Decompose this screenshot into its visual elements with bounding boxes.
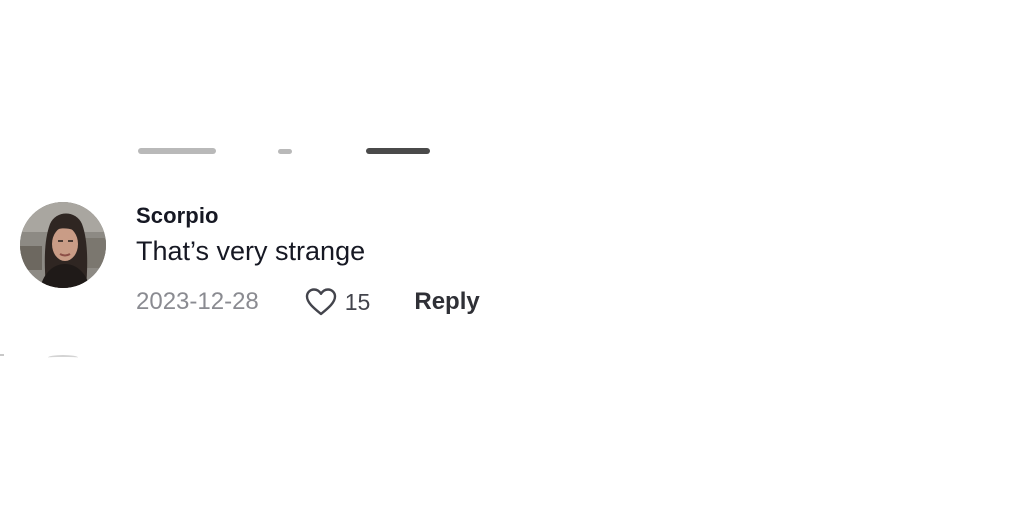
comment-username[interactable]: Scorpio	[136, 203, 219, 229]
previous-comment-date-fragment	[138, 148, 216, 154]
comment-date: 2023-12-28	[136, 288, 259, 315]
reply-button[interactable]: Reply	[414, 288, 479, 316]
avatar-photo	[20, 202, 106, 288]
previous-comment-reply-fragment	[366, 148, 430, 154]
previous-comment-like-fragment	[278, 149, 292, 154]
comment-list: Scorpio That’s very strange 2023-12-28 1…	[0, 0, 1024, 512]
next-comment-fragment-dot	[0, 354, 4, 356]
heart-outline-icon	[305, 288, 336, 316]
next-comment-avatar-edge	[48, 355, 78, 360]
comment-item: Scorpio That’s very strange 2023-12-28 1…	[0, 190, 700, 340]
like-button[interactable]: 15	[303, 286, 371, 318]
previous-comment-meta-clipped	[0, 140, 600, 160]
next-comment-clipped	[0, 352, 120, 358]
comment-meta: 2023-12-28 15 Reply	[136, 286, 480, 318]
like-count: 15	[344, 288, 371, 315]
comment-text: That’s very strange	[136, 236, 366, 266]
avatar[interactable]	[20, 202, 106, 288]
